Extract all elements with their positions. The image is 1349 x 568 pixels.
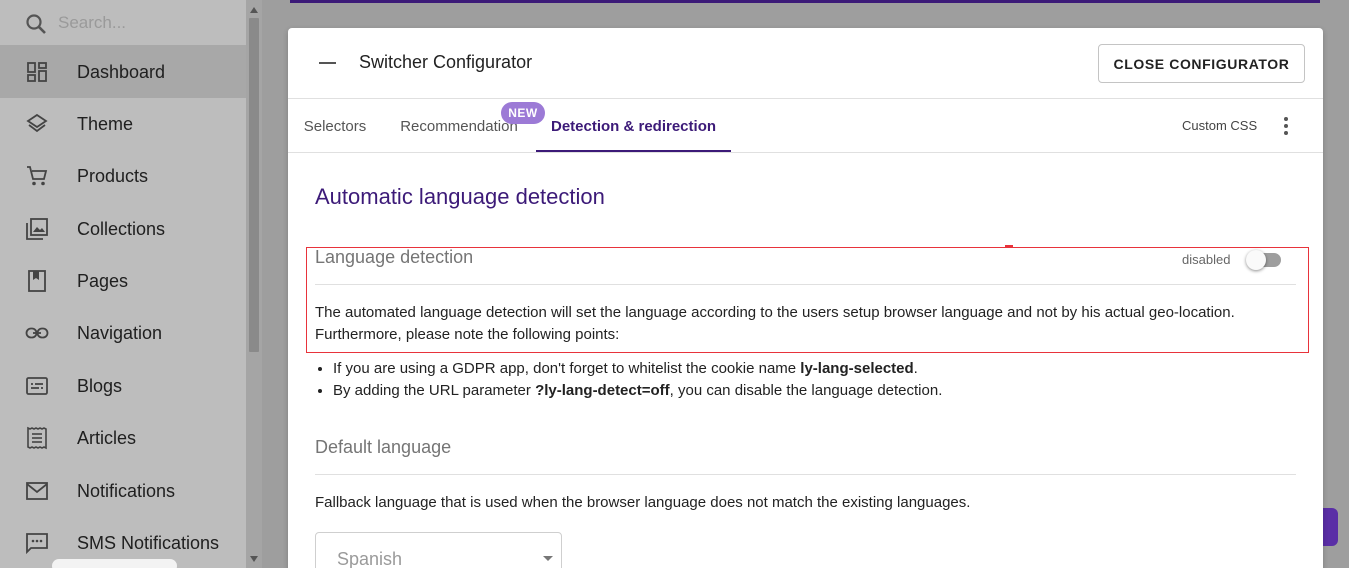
- default-language-description: Fallback language that is used when the …: [315, 494, 971, 511]
- chevron-down-icon: [543, 556, 553, 561]
- more-options-icon[interactable]: [1276, 114, 1296, 138]
- sms-icon: [26, 533, 48, 555]
- bullet-text: By adding the URL parameter: [333, 382, 536, 399]
- bullet-text: If you are using a GDPR app, don't forge…: [333, 360, 801, 377]
- sidebar-item-label: Pages: [77, 270, 129, 291]
- tab-bar: Selectors Recommendation NEW Detection &…: [288, 100, 1323, 153]
- sidebar-item-label: Theme: [77, 113, 134, 134]
- dialog-title: Switcher Configurator: [359, 52, 533, 72]
- header-accent-bar: [290, 0, 1320, 3]
- bottom-pill: [52, 559, 177, 568]
- scroll-down-arrow-icon[interactable]: [250, 556, 258, 562]
- sidebar: Dashboard Theme Products Collections Pag…: [0, 0, 246, 568]
- scroll-up-arrow-icon[interactable]: [250, 7, 258, 13]
- default-language-select[interactable]: Spanish: [315, 532, 562, 568]
- layers-icon: [26, 113, 48, 133]
- article-icon: [27, 426, 47, 450]
- sidebar-item-articles[interactable]: Articles: [0, 412, 246, 464]
- bullet-text: , you can disable the language detection…: [669, 382, 943, 399]
- dashboard-icon: [27, 62, 47, 82]
- sidebar-scrollbar[interactable]: [246, 0, 262, 568]
- list-item: If you are using a GDPR app, don't forge…: [333, 358, 942, 380]
- sidebar-search: [0, 0, 246, 46]
- bullet-text: .: [913, 360, 918, 377]
- sidebar-item-notifications[interactable]: Notifications: [0, 465, 246, 517]
- url-parameter: ?ly-lang-detect=off: [535, 382, 670, 399]
- page-icon: [28, 270, 46, 292]
- sidebar-item-label: Dashboard: [77, 61, 166, 82]
- sidebar-item-collections[interactable]: Collections: [0, 203, 246, 255]
- selected-language: Spanish: [337, 549, 403, 568]
- blog-icon: [26, 377, 48, 395]
- sidebar-item-dashboard[interactable]: Dashboard: [0, 46, 246, 98]
- close-configurator-button[interactable]: CLOSE CONFIGURATOR: [1098, 44, 1305, 83]
- sidebar-item-products[interactable]: Products: [0, 150, 246, 202]
- mail-icon: [26, 482, 48, 500]
- dialog-header: Switcher Configurator CLOSE CONFIGURATOR: [288, 28, 1323, 99]
- sidebar-item-theme[interactable]: Theme: [0, 98, 246, 150]
- scrollbar-thumb[interactable]: [249, 18, 259, 352]
- tab-selectors[interactable]: Selectors: [288, 100, 382, 153]
- highlight-box: [306, 247, 1309, 353]
- image-collection-icon: [26, 218, 48, 240]
- cookie-name: ly-lang-selected: [800, 360, 914, 377]
- default-language-title: Default language: [315, 437, 452, 457]
- search-icon: [26, 14, 46, 34]
- sidebar-item-blogs[interactable]: Blogs: [0, 360, 246, 412]
- section-title: Automatic language detection: [315, 184, 605, 209]
- minimize-button[interactable]: [312, 50, 342, 76]
- sidebar-item-pages[interactable]: Pages: [0, 255, 246, 307]
- notes-list: If you are using a GDPR app, don't forge…: [315, 358, 942, 402]
- sidebar-item-label: Blogs: [77, 375, 123, 396]
- sidebar-item-label: Collections: [77, 218, 166, 239]
- tab-label: Recommendation: [400, 118, 518, 135]
- sidebar-item-label: SMS Notifications: [77, 532, 220, 553]
- custom-css-link[interactable]: Custom CSS: [1182, 118, 1257, 133]
- active-tab-indicator: [536, 150, 731, 152]
- tab-label: Detection & redirection: [550, 118, 717, 135]
- list-item: By adding the URL parameter ?ly-lang-det…: [333, 380, 942, 402]
- sidebar-item-navigation[interactable]: Navigation: [0, 307, 246, 359]
- highlight-marker: [1005, 245, 1013, 248]
- sidebar-item-label: Navigation: [77, 322, 163, 343]
- sidebar-item-label: Articles: [77, 427, 137, 448]
- divider: [315, 474, 1296, 475]
- minimize-icon: [319, 62, 336, 64]
- tab-label: Selectors: [303, 118, 367, 135]
- sidebar-item-label: Products: [77, 165, 149, 186]
- tab-detection-redirection[interactable]: Detection & redirection: [536, 100, 731, 153]
- link-icon: [25, 327, 49, 339]
- cart-icon: [27, 166, 48, 186]
- sidebar-item-label: Notifications: [77, 480, 176, 501]
- search-input[interactable]: [58, 9, 238, 37]
